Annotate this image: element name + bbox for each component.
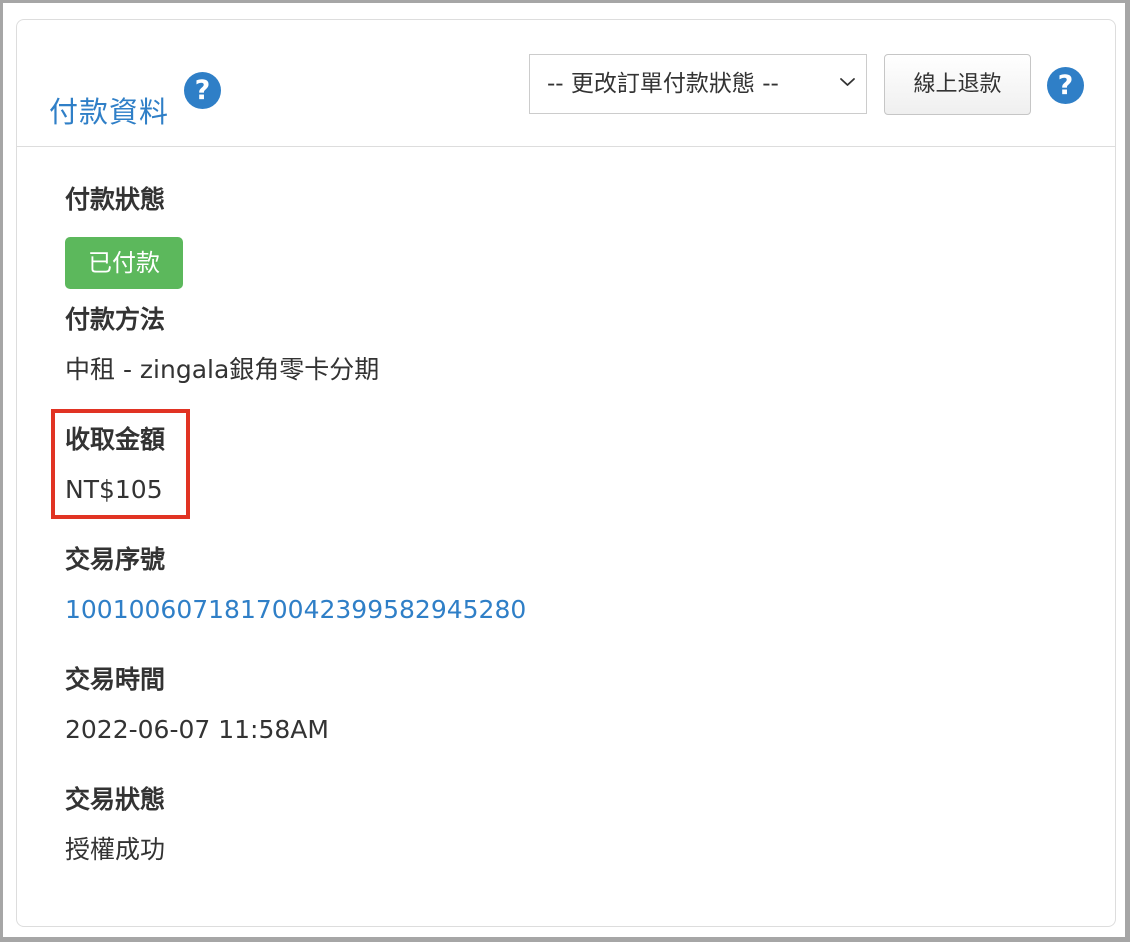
panel-header: 付款資料 ? -- 更改訂單付款狀態 -- 線上退款 ? (17, 20, 1115, 147)
question-circle-icon[interactable]: ? (184, 72, 221, 109)
payment-method-value: 中租 - zingala銀角零卡分期 (65, 355, 380, 384)
amount-collected-value: NT$105 (65, 475, 163, 504)
payment-status-select[interactable]: -- 更改訂單付款狀態 -- (529, 54, 867, 114)
transaction-status-value: 授權成功 (65, 835, 166, 864)
selected-payment-status-option: -- 更改訂單付款狀態 -- (547, 71, 779, 97)
transaction-number-link[interactable]: 100100607181700423995829452​80 (65, 593, 526, 627)
chevron-down-icon (839, 73, 856, 90)
question-circle-icon[interactable]: ? (1047, 67, 1084, 104)
payment-info-panel: 付款資料 ? -- 更改訂單付款狀態 -- 線上退款 ? 付款狀態 已付款 付款… (16, 19, 1116, 927)
transaction-time-label: 交易時間 (65, 665, 166, 694)
transaction-status-label: 交易狀態 (65, 785, 166, 814)
amount-collected-label: 收取金額 (65, 425, 166, 454)
transaction-time-value: 2022-06-07 11:58AM (65, 715, 329, 744)
screenshot-frame: 付款資料 ? -- 更改訂單付款狀態 -- 線上退款 ? 付款狀態 已付款 付款… (3, 3, 1125, 937)
payment-status-label: 付款狀態 (65, 185, 166, 214)
payment-method-label: 付款方法 (65, 305, 166, 334)
panel-title: 付款資料 (49, 95, 170, 130)
online-refund-button[interactable]: 線上退款 (884, 54, 1031, 115)
transaction-number-label: 交易序號 (65, 545, 166, 574)
status-badge: 已付款 (65, 237, 183, 289)
